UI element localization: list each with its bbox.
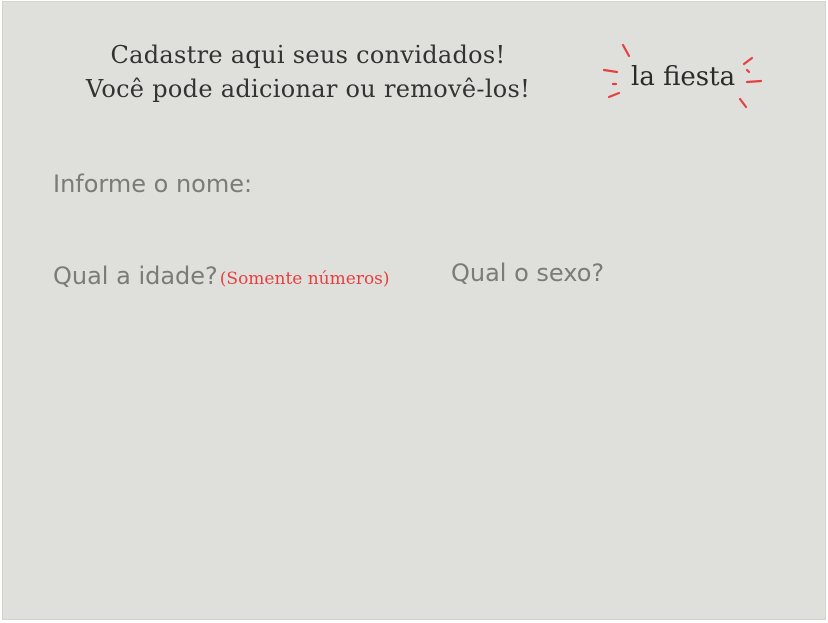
heading-line-2: Você pode adicionar ou removê-los! — [85, 75, 531, 103]
name-input[interactable] — [53, 207, 777, 239]
page-heading: Cadastre aqui seus convidados! Você pode… — [73, 38, 543, 106]
age-input[interactable] — [53, 300, 397, 332]
page: Cadastre aqui seus convidados! Você pode… — [0, 0, 828, 623]
sex-input[interactable] — [451, 300, 775, 332]
heading-line-1: Cadastre aqui seus convidados! — [110, 41, 506, 69]
name-label: Informe o nome: — [53, 170, 253, 198]
logo-text: la fiesta — [631, 62, 736, 92]
sex-label: Qual o sexo? — [451, 259, 605, 287]
guest-form-panel: Cadastre aqui seus convidados! Você pode… — [2, 1, 826, 620]
age-hint: (Somente números) — [219, 269, 390, 289]
age-label-group: Qual a idade? (Somente números) — [53, 262, 390, 290]
age-label: Qual a idade? — [53, 262, 218, 290]
brand-logo: la fiesta — [601, 42, 766, 112]
